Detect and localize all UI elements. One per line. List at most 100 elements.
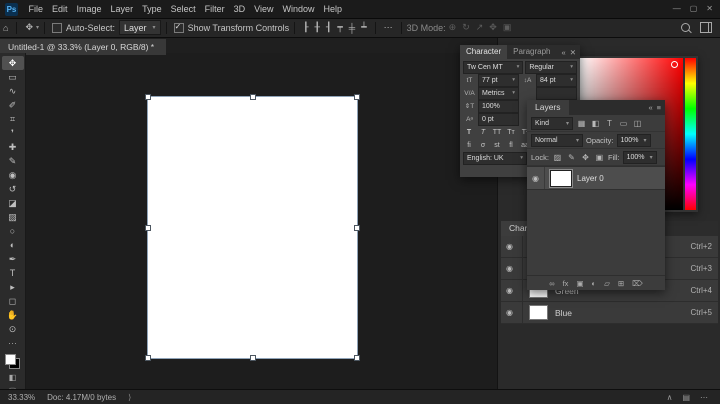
tool-lasso[interactable]: ∿ bbox=[2, 84, 24, 98]
ligatures-button[interactable]: fi bbox=[463, 140, 475, 151]
font-size-field[interactable]: 77 pt ▾ bbox=[478, 73, 519, 87]
layer-name[interactable]: Layer 0 bbox=[577, 174, 604, 183]
panel-grid-icon[interactable]: ▤ bbox=[682, 393, 690, 402]
tool-type[interactable]: T bbox=[2, 266, 24, 280]
menu-item-edit[interactable]: Edit bbox=[48, 0, 73, 18]
panel-menu-icon[interactable]: ≡ bbox=[657, 103, 661, 112]
show-transform-checkbox[interactable] bbox=[173, 22, 184, 33]
close-panel-icon[interactable]: ✕ bbox=[570, 48, 576, 57]
align-overflow-icon[interactable]: ⋯ bbox=[381, 22, 396, 33]
color-swatches[interactable] bbox=[5, 354, 20, 369]
workspace-icon[interactable] bbox=[700, 22, 712, 33]
add-mask-icon[interactable]: ▣ bbox=[576, 279, 583, 288]
blend-mode-select[interactable]: Normal ▾ bbox=[531, 133, 583, 147]
faux-bold-button[interactable]: T bbox=[463, 127, 475, 138]
eye-icon[interactable]: ◉ bbox=[506, 280, 523, 301]
menu-item-filter[interactable]: Filter bbox=[200, 0, 229, 18]
align-bottom-edges-icon[interactable]: ┷ bbox=[358, 22, 369, 33]
transform-handle-w[interactable] bbox=[145, 224, 151, 231]
close-icon[interactable]: ✕ bbox=[706, 0, 713, 18]
minimize-icon[interactable]: — bbox=[673, 0, 681, 18]
collapse-dock-icon[interactable]: ∧ bbox=[667, 393, 673, 402]
delete-layer-icon[interactable]: ⌦ bbox=[632, 279, 643, 288]
transform-handle-e[interactable] bbox=[354, 224, 360, 231]
tab-layers[interactable]: Layers bbox=[527, 100, 569, 115]
layer-row-layer0[interactable]: ◉ Layer 0 bbox=[527, 166, 665, 190]
font-style-select[interactable]: Regular ▾ bbox=[525, 60, 577, 74]
3d-slide-icon[interactable]: ✥ bbox=[486, 22, 500, 33]
tool-blur[interactable]: ○ bbox=[2, 224, 24, 238]
transform-handle-s[interactable] bbox=[249, 355, 256, 361]
menu-item-select[interactable]: Select bbox=[166, 0, 200, 18]
tool-pen[interactable]: ✒ bbox=[2, 252, 24, 266]
search-icon[interactable] bbox=[681, 23, 690, 32]
tool-preset-caret-icon[interactable]: ▾ bbox=[36, 24, 39, 31]
menu-item-layer[interactable]: Layer bbox=[106, 0, 138, 18]
move-tool-icon[interactable]: ✥ bbox=[22, 22, 36, 33]
opacity-field[interactable]: 100% ▾ bbox=[616, 133, 651, 147]
3d-scale-icon[interactable]: ▣ bbox=[500, 22, 515, 33]
language-select[interactable]: English: UK ▾ bbox=[463, 151, 527, 165]
align-left-edges-icon[interactable]: ┠ bbox=[300, 22, 311, 33]
status-options-icon[interactable]: ⟩ bbox=[128, 393, 131, 402]
tool-hand[interactable]: ✋ bbox=[2, 308, 24, 322]
tool-zoom[interactable]: ⊙ bbox=[2, 322, 24, 336]
canvas-document[interactable] bbox=[145, 94, 360, 361]
hue-slider[interactable] bbox=[685, 58, 696, 210]
filter-adjustment-layers-icon[interactable]: ◧ bbox=[590, 119, 601, 128]
kerning-field[interactable]: Metrics ▾ bbox=[478, 86, 519, 100]
lock-all-icon[interactable]: ▣ bbox=[594, 153, 605, 162]
eye-icon[interactable]: ◉ bbox=[506, 302, 523, 323]
3d-drag-icon[interactable]: ↗ bbox=[473, 22, 487, 33]
small-caps-button[interactable]: Tᴛ bbox=[505, 127, 517, 138]
menu-item-image[interactable]: Image bbox=[72, 0, 106, 18]
maximize-icon[interactable]: ▢ bbox=[690, 0, 698, 18]
zoom-level-field[interactable]: 33.33% bbox=[8, 393, 35, 402]
tool-eyedropper[interactable]: ❜ bbox=[2, 126, 24, 140]
filter-shape-layers-icon[interactable]: ▭ bbox=[618, 119, 629, 128]
transform-handle-sw[interactable] bbox=[145, 355, 151, 361]
align-right-edges-icon[interactable]: ┨ bbox=[323, 22, 334, 33]
eye-icon[interactable]: ◉ bbox=[506, 258, 523, 279]
faux-italic-button[interactable]: T bbox=[477, 127, 489, 138]
panel-options-icon[interactable]: ⋯ bbox=[700, 393, 708, 402]
align-horizontal-centers-icon[interactable]: ╂ bbox=[312, 22, 323, 33]
align-top-edges-icon[interactable]: ┯ bbox=[334, 22, 345, 33]
collapse-panel-icon[interactable]: « bbox=[648, 103, 652, 112]
channel-row-blue[interactable]: ◉ Blue Ctrl+5 bbox=[501, 302, 718, 324]
tracking-field[interactable] bbox=[536, 86, 577, 100]
tool-rectangle[interactable]: ◻ bbox=[2, 294, 24, 308]
menu-item-3d[interactable]: 3D bbox=[229, 0, 250, 18]
transform-handle-se[interactable] bbox=[354, 355, 360, 361]
3d-orbit-icon[interactable]: ⊕ bbox=[446, 22, 460, 33]
edit-toolbar-icon[interactable]: ⋯ bbox=[8, 338, 17, 349]
foreground-color-swatch[interactable] bbox=[5, 354, 16, 365]
tool-spot-healing-brush[interactable]: ✚ bbox=[2, 140, 24, 154]
tool-eraser[interactable]: ◪ bbox=[2, 196, 24, 210]
lock-pixels-icon[interactable]: ✎ bbox=[566, 153, 577, 162]
tool-rectangular-marquee[interactable]: ▭ bbox=[2, 70, 24, 84]
eye-icon[interactable]: ◉ bbox=[532, 167, 545, 189]
filter-type-select[interactable]: Kind ▾ bbox=[531, 116, 573, 130]
new-layer-icon[interactable]: ⊞ bbox=[618, 279, 624, 288]
tool-move[interactable]: ✥ bbox=[1, 56, 24, 70]
tool-crop[interactable]: ⌗ bbox=[2, 112, 24, 126]
menu-item-help[interactable]: Help bbox=[319, 0, 347, 18]
filter-pixel-layers-icon[interactable]: ▦ bbox=[576, 119, 587, 128]
tab-paragraph[interactable]: Paragraph bbox=[507, 45, 556, 59]
swash-button[interactable]: ﬂ bbox=[505, 140, 517, 151]
link-layers-icon[interactable]: ∞ bbox=[549, 279, 554, 288]
adjustment-layer-icon[interactable]: ◐ bbox=[592, 279, 597, 288]
lock-transparency-icon[interactable]: ▨ bbox=[552, 153, 563, 162]
leading-field[interactable]: 84 pt ▾ bbox=[536, 73, 577, 87]
contextual-alternates-button[interactable]: σ bbox=[477, 140, 489, 151]
auto-select-checkbox[interactable] bbox=[52, 22, 62, 33]
transform-handle-ne[interactable] bbox=[354, 94, 360, 100]
tab-character[interactable]: Character bbox=[460, 45, 508, 59]
menu-item-file[interactable]: File bbox=[24, 0, 48, 18]
tool-quick-selection[interactable]: ✐ bbox=[2, 98, 24, 112]
layer-style-icon[interactable]: fx bbox=[563, 279, 569, 288]
menu-item-type[interactable]: Type bbox=[138, 0, 167, 18]
all-caps-button[interactable]: TT bbox=[491, 127, 503, 138]
transform-handle-nw[interactable] bbox=[145, 94, 151, 100]
